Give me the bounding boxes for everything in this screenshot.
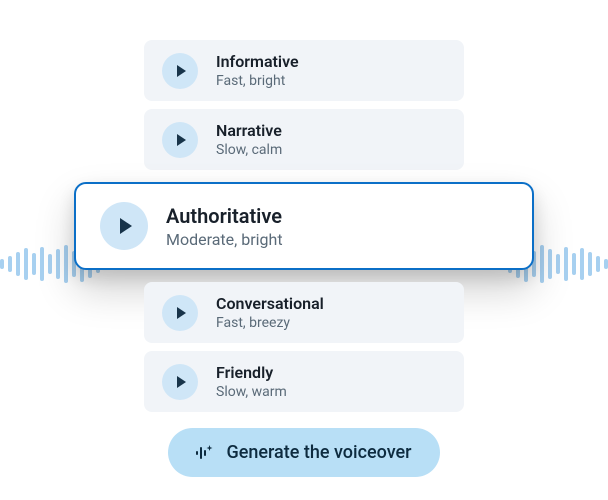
voice-text: Conversational Fast, breezy xyxy=(216,294,324,331)
play-button[interactable] xyxy=(162,295,198,331)
play-button[interactable] xyxy=(162,364,198,400)
voice-desc: Moderate, bright xyxy=(166,230,283,249)
voice-card-narrative[interactable]: Narrative Slow, calm xyxy=(144,109,464,170)
voice-desc: Slow, warm xyxy=(216,384,287,400)
voice-name: Narrative xyxy=(216,121,282,140)
voice-name: Friendly xyxy=(216,363,287,382)
voice-card-informative[interactable]: Informative Fast, bright xyxy=(144,40,464,101)
play-button[interactable] xyxy=(162,53,198,89)
voice-name: Informative xyxy=(216,52,299,71)
voice-name: Authoritative xyxy=(166,204,283,228)
play-button[interactable] xyxy=(100,202,148,250)
voice-text: Authoritative Moderate, bright xyxy=(166,204,283,249)
play-icon xyxy=(177,376,186,388)
voice-card-friendly[interactable]: Friendly Slow, warm xyxy=(144,351,464,412)
voice-card-conversational[interactable]: Conversational Fast, breezy xyxy=(144,282,464,343)
voice-name: Conversational xyxy=(216,294,324,313)
play-icon xyxy=(177,134,186,146)
sparkle-waveform-icon xyxy=(196,445,214,461)
play-icon xyxy=(120,218,132,234)
voice-text: Informative Fast, bright xyxy=(216,52,299,89)
voice-text: Friendly Slow, warm xyxy=(216,363,287,400)
voice-desc: Fast, breezy xyxy=(216,315,324,331)
voice-text: Narrative Slow, calm xyxy=(216,121,282,158)
generate-label: Generate the voiceover xyxy=(226,442,411,463)
play-icon xyxy=(177,65,186,77)
play-button[interactable] xyxy=(162,122,198,158)
voice-desc: Fast, bright xyxy=(216,73,299,89)
voice-desc: Slow, calm xyxy=(216,142,282,158)
play-icon xyxy=(177,307,186,319)
generate-voiceover-button[interactable]: Generate the voiceover xyxy=(168,428,439,477)
voice-style-list: Informative Fast, bright Narrative Slow,… xyxy=(74,40,534,412)
voice-card-authoritative[interactable]: Authoritative Moderate, bright xyxy=(74,182,534,270)
